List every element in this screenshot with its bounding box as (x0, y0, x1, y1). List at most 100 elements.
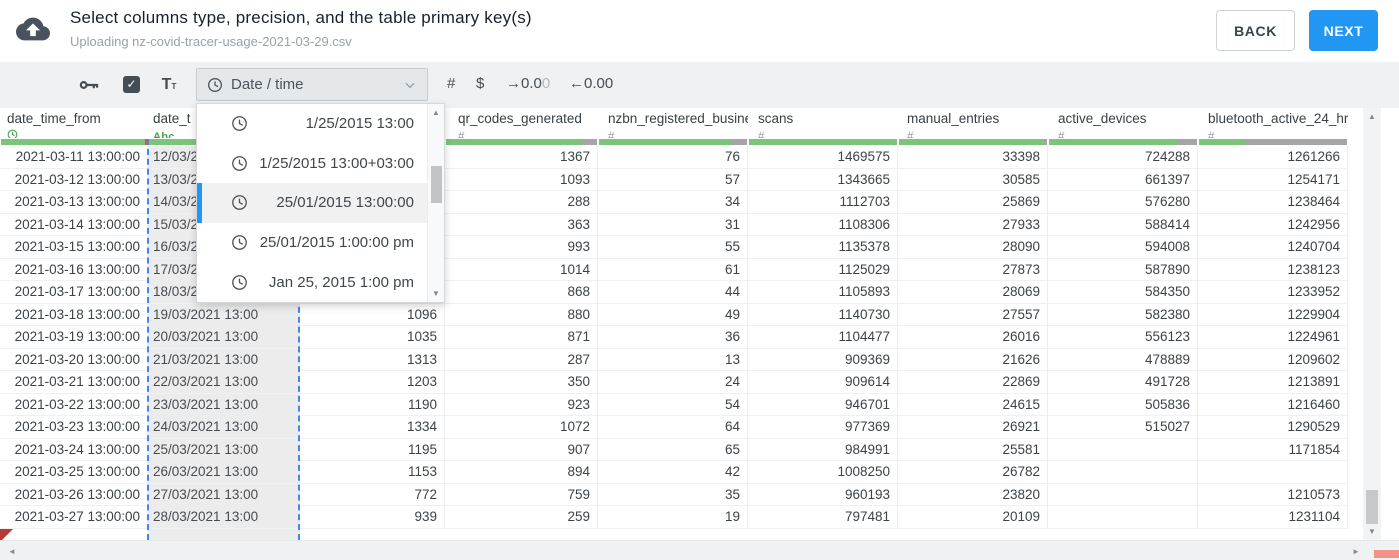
table-cell[interactable]: 2021-03-16 13:00:00 (0, 258, 148, 281)
table-cell[interactable]: 661397 (1048, 168, 1198, 191)
table-cell[interactable]: 19 (598, 506, 748, 528)
table-cell[interactable]: 22869 (898, 371, 1048, 393)
table-cell[interactable]: 556123 (1048, 326, 1198, 348)
table-cell[interactable]: 24615 (898, 393, 1048, 416)
vertical-scroll-thumb[interactable] (1366, 490, 1378, 524)
table-cell[interactable]: 44 (598, 281, 748, 303)
table-cell[interactable]: 1153 (300, 461, 445, 483)
table-cell[interactable]: 34 (598, 191, 748, 213)
table-cell[interactable]: 22/03/2021 13:00 (148, 371, 300, 393)
horizontal-scroll-thumb[interactable] (1374, 550, 1399, 558)
table-cell[interactable]: 1140730 (748, 303, 898, 326)
table-cell[interactable]: 984991 (748, 438, 898, 461)
table-cell[interactable]: 28069 (898, 281, 1048, 303)
table-cell[interactable]: 26921 (898, 416, 1048, 438)
table-cell[interactable]: 1112703 (748, 191, 898, 213)
format-option[interactable]: 1/25/2015 13:00 (197, 104, 428, 144)
table-cell[interactable]: 907 (445, 438, 598, 461)
table-cell[interactable]: 27933 (898, 213, 1048, 236)
table-cell[interactable]: 259 (445, 506, 598, 528)
scroll-left-arrow[interactable]: ◄ (4, 547, 20, 556)
table-cell[interactable]: 1313 (300, 348, 445, 371)
table-cell[interactable]: 1240704 (1198, 236, 1348, 258)
table-cell[interactable]: 1203 (300, 371, 445, 393)
table-cell[interactable]: 363 (445, 213, 598, 236)
table-cell[interactable]: 1242956 (1198, 213, 1348, 236)
currency-type-button[interactable]: $ (476, 75, 484, 92)
table-cell[interactable]: 478889 (1048, 348, 1198, 371)
table-cell[interactable]: 21626 (898, 348, 1048, 371)
table-cell[interactable]: 287 (445, 348, 598, 371)
scroll-up-arrow[interactable]: ▲ (428, 108, 444, 117)
column-header-nzbn_registered_busine[interactable]: nzbn_registered_busine # (598, 108, 748, 138)
table-cell[interactable]: 57 (598, 168, 748, 191)
column-type-select[interactable]: Date / time (196, 68, 428, 101)
table-cell[interactable]: 584350 (1048, 281, 1198, 303)
table-cell[interactable]: 923 (445, 393, 598, 416)
table-cell[interactable]: 1210573 (1198, 483, 1348, 506)
format-option[interactable]: Jan 25, 2015 1:00 pm (197, 262, 428, 302)
table-cell[interactable]: 2021-03-23 13:00:00 (0, 416, 148, 438)
table-cell[interactable]: 2021-03-25 13:00:00 (0, 461, 148, 483)
dropdown-scroll-thumb[interactable] (431, 166, 442, 203)
column-header-active_devices[interactable]: active_devices # (1048, 108, 1198, 138)
table-cell[interactable]: 797481 (748, 506, 898, 528)
table-cell[interactable]: 594008 (1048, 236, 1198, 258)
table-cell[interactable]: 1229904 (1198, 303, 1348, 326)
table-vertical-scrollbar[interactable]: ▲ ▼ (1363, 108, 1381, 540)
table-cell[interactable]: 23/03/2021 13:00 (148, 393, 300, 416)
table-cell[interactable] (1048, 438, 1198, 461)
table-cell[interactable]: 1209602 (1198, 348, 1348, 371)
table-cell[interactable]: 724288 (1048, 146, 1198, 168)
column-header-manual_entries[interactable]: manual_entries # (898, 108, 1048, 138)
table-cell[interactable] (1048, 506, 1198, 528)
table-cell[interactable]: 76 (598, 146, 748, 168)
table-cell[interactable]: 21/03/2021 13:00 (148, 348, 300, 371)
table-cell[interactable]: 28090 (898, 236, 1048, 258)
scroll-down-arrow[interactable]: ▼ (428, 289, 444, 298)
table-cell[interactable]: 26/03/2021 13:00 (148, 461, 300, 483)
table-cell[interactable]: 1469575 (748, 146, 898, 168)
table-cell[interactable]: 288 (445, 191, 598, 213)
table-cell[interactable]: 30585 (898, 168, 1048, 191)
table-cell[interactable]: 26016 (898, 326, 1048, 348)
table-cell[interactable]: 909369 (748, 348, 898, 371)
format-option-selected[interactable]: 25/01/2015 13:00:00 (197, 183, 428, 223)
table-cell[interactable]: 25869 (898, 191, 1048, 213)
table-cell[interactable]: 1213891 (1198, 371, 1348, 393)
add-decimal-button[interactable]: →0.00 (506, 75, 550, 92)
table-cell[interactable]: 13 (598, 348, 748, 371)
table-cell[interactable]: 31 (598, 213, 748, 236)
table-cell[interactable]: 350 (445, 371, 598, 393)
next-button[interactable]: NEXT (1309, 10, 1378, 51)
format-option[interactable]: 1/25/2015 13:00+03:00 (197, 144, 428, 184)
table-cell[interactable]: 1254171 (1198, 168, 1348, 191)
table-cell[interactable]: 26782 (898, 461, 1048, 483)
table-cell[interactable]: 1343665 (748, 168, 898, 191)
table-cell[interactable]: 20/03/2021 13:00 (148, 326, 300, 348)
table-cell[interactable]: 2021-03-12 13:00:00 (0, 168, 148, 191)
table-cell[interactable]: 587890 (1048, 258, 1198, 281)
table-cell[interactable]: 1035 (300, 326, 445, 348)
table-cell[interactable]: 1190 (300, 393, 445, 416)
table-cell[interactable]: 2021-03-24 13:00:00 (0, 438, 148, 461)
back-button[interactable]: BACK (1216, 10, 1295, 51)
table-cell[interactable]: 49 (598, 303, 748, 326)
table-cell[interactable]: 2021-03-19 13:00:00 (0, 326, 148, 348)
table-cell[interactable]: 759 (445, 483, 598, 506)
format-option[interactable]: 25/01/2015 1:00:00 pm (197, 223, 428, 263)
table-cell[interactable]: 1233952 (1198, 281, 1348, 303)
dropdown-scrollbar[interactable]: ▲ ▼ (427, 104, 444, 302)
table-cell[interactable]: 61 (598, 258, 748, 281)
table-cell[interactable]: 25581 (898, 438, 1048, 461)
table-cell[interactable]: 27557 (898, 303, 1048, 326)
table-cell[interactable] (1048, 483, 1198, 506)
table-cell[interactable]: 1096 (300, 303, 445, 326)
table-cell[interactable]: 2021-03-11 13:00:00 (0, 146, 148, 168)
table-cell[interactable]: 582380 (1048, 303, 1198, 326)
table-cell[interactable]: 25/03/2021 13:00 (148, 438, 300, 461)
text-type-button[interactable]: Tt (151, 68, 187, 102)
table-cell[interactable]: 946701 (748, 393, 898, 416)
table-cell[interactable]: 1216460 (1198, 393, 1348, 416)
table-cell[interactable]: 24 (598, 371, 748, 393)
